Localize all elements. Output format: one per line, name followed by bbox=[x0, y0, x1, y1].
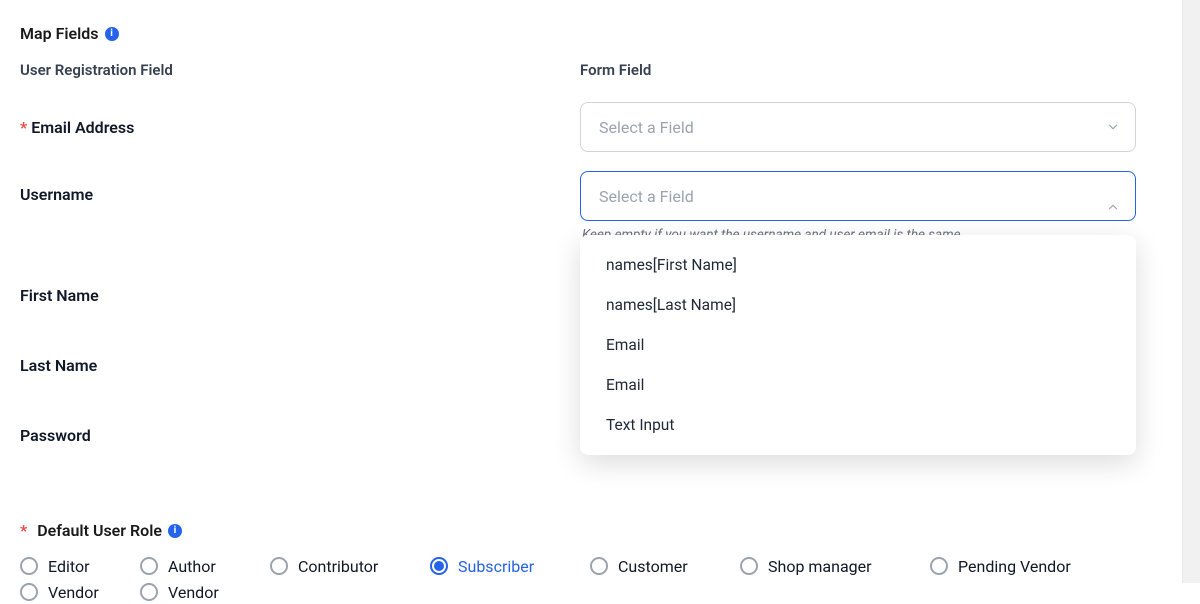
map-row-email: *Email Address Select a Field bbox=[20, 101, 1180, 153]
select-email[interactable]: Select a Field bbox=[580, 102, 1136, 152]
role-option-vendor-2[interactable]: Vendor bbox=[140, 580, 270, 604]
required-star: * bbox=[20, 118, 27, 137]
role-option-editor[interactable]: Editor bbox=[20, 554, 140, 578]
column-header-left: User Registration Field bbox=[20, 61, 580, 79]
map-row-username: Username Select a Field Keep empty if yo… bbox=[20, 171, 1180, 243]
dropdown-option[interactable]: Email bbox=[580, 365, 1136, 405]
section-title-text: Map Fields bbox=[20, 24, 99, 43]
label-firstname: First Name bbox=[20, 286, 580, 305]
radio-icon bbox=[270, 557, 288, 575]
label-password: Password bbox=[20, 426, 580, 445]
radio-icon bbox=[20, 557, 38, 575]
info-icon[interactable]: i bbox=[168, 524, 182, 538]
radio-icon bbox=[20, 583, 38, 601]
dropdown-option[interactable]: names[Last Name] bbox=[580, 285, 1136, 325]
role-option-customer[interactable]: Customer bbox=[590, 554, 740, 578]
radio-icon bbox=[590, 557, 608, 575]
select-username-input[interactable]: Select a Field bbox=[580, 171, 1136, 221]
radio-icon bbox=[930, 557, 948, 575]
role-section-title: * Default User Role i bbox=[20, 521, 1180, 540]
radio-icon bbox=[740, 557, 758, 575]
select-username[interactable]: Select a Field Keep empty if you want th… bbox=[580, 171, 1136, 243]
radio-icon bbox=[140, 557, 158, 575]
columns-header: User Registration Field Form Field bbox=[20, 61, 1180, 79]
role-section-title-text: Default User Role bbox=[37, 521, 162, 540]
role-option-shop-manager[interactable]: Shop manager bbox=[740, 554, 930, 578]
info-icon[interactable]: i bbox=[105, 27, 119, 41]
radio-icon bbox=[140, 583, 158, 601]
required-star: * bbox=[20, 521, 27, 540]
role-option-subscriber[interactable]: Subscriber bbox=[430, 554, 590, 578]
dropdown-option[interactable]: names[First Name] bbox=[580, 245, 1136, 285]
select-email-input[interactable]: Select a Field bbox=[580, 102, 1136, 152]
label-lastname: Last Name bbox=[20, 356, 580, 375]
role-option-author[interactable]: Author bbox=[140, 554, 270, 578]
label-email: *Email Address bbox=[20, 118, 580, 137]
select-email-placeholder: Select a Field bbox=[599, 118, 694, 137]
role-option-contributor[interactable]: Contributor bbox=[270, 554, 430, 578]
section-title: Map Fields i bbox=[20, 24, 1180, 43]
default-user-role-section: * Default User Role i Editor Vendor Auth… bbox=[20, 521, 1180, 604]
column-header-right: Form Field bbox=[580, 61, 1180, 79]
radio-icon bbox=[430, 557, 448, 575]
dropdown-option[interactable]: Email bbox=[580, 325, 1136, 365]
role-option-vendor[interactable]: Vendor bbox=[20, 580, 140, 604]
label-username: Username bbox=[20, 171, 580, 204]
scrollbar[interactable] bbox=[1182, 0, 1200, 583]
dropdown-menu: names[First Name] names[Last Name] Email… bbox=[580, 235, 1136, 455]
dropdown-option[interactable]: Text Input bbox=[580, 405, 1136, 445]
select-username-placeholder: Select a Field bbox=[599, 187, 694, 206]
role-option-pending-vendor[interactable]: Pending Vendor bbox=[930, 554, 1130, 578]
role-radio-group: Editor Vendor Author Vendor Contributor … bbox=[20, 554, 1180, 604]
